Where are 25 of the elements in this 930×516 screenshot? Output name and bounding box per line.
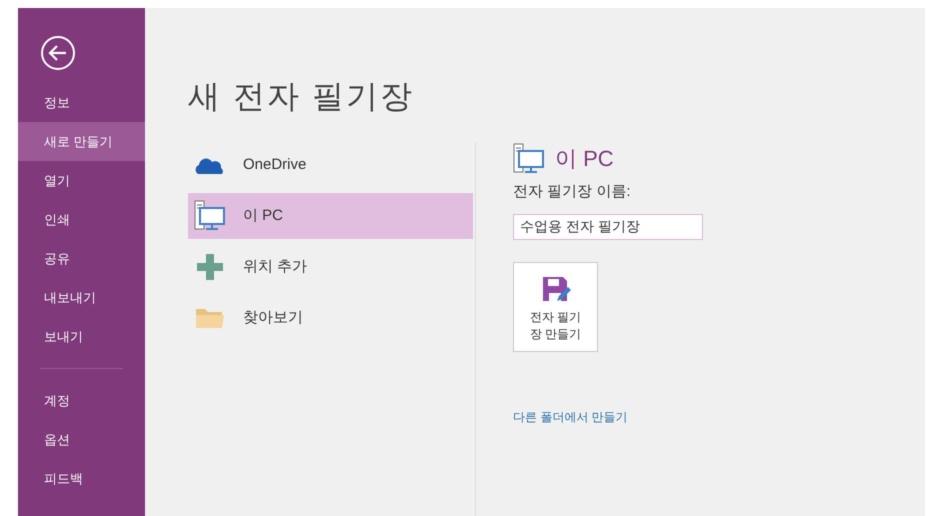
location-item[interactable]: 찾아보기 — [188, 295, 473, 341]
sidebar-item[interactable]: 내보내기 — [18, 278, 145, 317]
notebook-name-field[interactable]: 수업용 전자 필기장 — [513, 214, 703, 240]
location-heading: 이 PC — [555, 145, 614, 173]
location-item[interactable]: 위치 추가 — [188, 244, 473, 290]
sidebar-item[interactable]: 인쇄 — [18, 200, 145, 239]
sidebar-item[interactable]: 보내기 — [18, 317, 145, 356]
sidebar-item[interactable]: 새로 만들기 — [18, 122, 145, 161]
create-in-other-folder-link[interactable]: 다른 폴더에서 만들기 — [513, 408, 628, 426]
create-notebook-button[interactable]: 전자 필기장 만들기 — [513, 262, 598, 352]
sidebar-item[interactable]: 계정 — [18, 381, 145, 420]
sidebar-item[interactable]: 정보 — [18, 83, 145, 122]
sidebar-item[interactable]: 피드백 — [18, 459, 145, 498]
location-item[interactable]: OneDrive — [188, 142, 473, 188]
plus-icon — [196, 253, 224, 281]
sidebar-item[interactable]: 열기 — [18, 161, 145, 200]
sidebar-item[interactable]: 공유 — [18, 239, 145, 278]
page-title: 새 전자 필기장 — [188, 77, 414, 116]
field-label: 전자 필기장 이름: — [513, 182, 631, 202]
location-item[interactable]: 이 PC — [188, 193, 473, 239]
computer-icon — [194, 200, 226, 232]
folder-icon — [194, 306, 226, 330]
back-button[interactable] — [40, 35, 76, 71]
computer-icon — [513, 142, 545, 174]
sidebar-item[interactable]: 옵션 — [18, 420, 145, 459]
